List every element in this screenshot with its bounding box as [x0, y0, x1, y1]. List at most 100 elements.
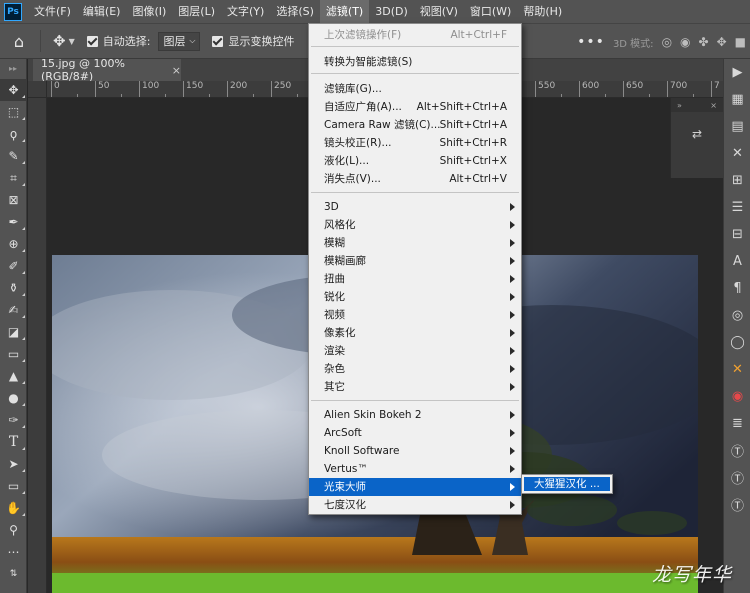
menu-layer[interactable]: 图层(L)	[172, 0, 221, 23]
marquee-tool-icon[interactable]: ⬚	[0, 101, 27, 123]
color-panel-icon[interactable]: ▦	[724, 86, 750, 113]
filter-menu-item[interactable]: 自适应广角(A)... Alt+Shift+Ctrl+A	[309, 98, 521, 116]
vertical-ruler[interactable]	[28, 98, 47, 593]
menu-help[interactable]: 帮助(H)	[517, 0, 568, 23]
video-camera-icon[interactable]: ■	[735, 35, 746, 49]
filter-menu-item[interactable]: 扭曲	[309, 270, 521, 288]
tk-plugin-icon-3[interactable]: Ⓣ	[724, 491, 750, 518]
paragraph-panel-icon[interactable]: ¶	[724, 275, 750, 302]
more-tools-icon[interactable]: ⋯	[0, 541, 27, 563]
move-tool-icon[interactable]: ✥	[53, 32, 66, 50]
submenu-arrow-icon	[510, 347, 515, 355]
eraser-tool-icon[interactable]: ◪	[0, 321, 27, 343]
color-wheel-icon[interactable]: ◉	[724, 383, 750, 410]
libraries-panel-icon[interactable]: ⊟	[724, 221, 750, 248]
document-tab[interactable]: 15.jpg @ 100%(RGB/8#) ×	[33, 57, 181, 83]
submenu-arrow-icon	[510, 311, 515, 319]
filter-menu-item[interactable]: Camera Raw 滤镜(C)... Shift+Ctrl+A	[309, 116, 521, 134]
roll-3d-icon[interactable]: ◉	[680, 35, 690, 49]
gradient-tool-icon[interactable]: ▭	[0, 343, 27, 365]
tk-plugin-icon-2[interactable]: Ⓣ	[724, 464, 750, 491]
filter-menu-item[interactable]: 视频	[309, 306, 521, 324]
tk-plugin-icon[interactable]: Ⓣ	[724, 437, 750, 464]
filter-menu-item[interactable]: 杂色	[309, 360, 521, 378]
adjustments-panel-icon[interactable]: ☰	[724, 194, 750, 221]
filter-menu-item[interactable]: 七度汉化	[309, 496, 521, 514]
ruler-corner[interactable]	[28, 81, 47, 98]
filter-menu-item[interactable]: 3D	[309, 198, 521, 216]
slide-3d-icon[interactable]: ✥	[717, 35, 727, 49]
close-icon[interactable]: ×	[710, 101, 717, 110]
filter-menu-item[interactable]: 滤镜库(G)...	[309, 80, 521, 98]
lasso-tool-icon[interactable]: ϙ	[0, 123, 27, 145]
orbit-3d-icon[interactable]: ◎	[662, 35, 672, 49]
navigator-panel-icon[interactable]: ◎	[724, 302, 750, 329]
filter-menu-item[interactable]: 转换为智能滤镜(S)	[309, 53, 521, 71]
submenu-item-gorilla-localization[interactable]: 大猩猩汉化 ...	[524, 477, 610, 491]
eyedropper-tool-icon[interactable]: ✒	[0, 211, 27, 233]
close-icon[interactable]: ×	[172, 64, 181, 77]
filter-menu-item[interactable]: 镜头校正(R)... Shift+Ctrl+R	[309, 134, 521, 152]
filter-menu-item[interactable]: 风格化	[309, 216, 521, 234]
menu-filter[interactable]: 滤镜(T)	[319, 0, 370, 23]
quick-select-tool-icon[interactable]: ✎	[0, 145, 27, 167]
zoom-tool-icon[interactable]: ⚲	[0, 519, 27, 541]
dodge-tool-icon[interactable]: ●	[0, 387, 27, 409]
plugin-panel-icon[interactable]: ≣	[724, 410, 750, 437]
filter-menu-item[interactable]: 其它	[309, 378, 521, 396]
home-icon[interactable]: ⌂	[6, 28, 32, 54]
properties-panel-icon[interactable]: ⊞	[724, 167, 750, 194]
expand-panels-icon[interactable]: ▶	[724, 59, 750, 86]
drag-3d-icon[interactable]: ✤	[699, 35, 709, 49]
filter-menu-item[interactable]: 像素化	[309, 324, 521, 342]
show-transform-checkbox[interactable]	[212, 35, 224, 47]
character-panel-icon[interactable]: A	[724, 248, 750, 275]
layer-select-dropdown[interactable]: 图层 ⌵	[158, 31, 201, 51]
healing-brush-tool-icon[interactable]: ⊕	[0, 233, 27, 255]
menu-type[interactable]: 文字(Y)	[221, 0, 270, 23]
filter-menu-item[interactable]: 模糊	[309, 234, 521, 252]
tools-panel-icon[interactable]: ✕	[724, 140, 750, 167]
plugin-x-icon[interactable]: ✕	[724, 356, 750, 383]
pen-tool-icon[interactable]: ✑	[0, 409, 27, 431]
auto-select-checkbox[interactable]	[86, 35, 98, 47]
menu-item-shortcut: Alt+Shift+Ctrl+A	[416, 101, 507, 113]
menu-edit[interactable]: 编辑(E)	[77, 0, 127, 23]
filter-menu-item[interactable]: 光束大师	[309, 478, 521, 496]
filter-menu-item[interactable]: 消失点(V)... Alt+Ctrl+V	[309, 170, 521, 188]
chevron-down-icon[interactable]: ▼	[69, 37, 75, 46]
menu-3d[interactable]: 3D(D)	[369, 0, 414, 23]
hand-tool-icon[interactable]: ✋	[0, 497, 27, 519]
menu-image[interactable]: 图像(I)	[126, 0, 172, 23]
filter-menu-item[interactable]: Vertus™	[309, 460, 521, 478]
ruler-tick: 0	[51, 81, 95, 97]
filter-menu-item[interactable]: Alien Skin Bokeh 2	[309, 406, 521, 424]
history-brush-tool-icon[interactable]: ✍	[0, 299, 27, 321]
menu-view[interactable]: 视图(V)	[414, 0, 464, 23]
info-panel-icon[interactable]: ◯	[724, 329, 750, 356]
history-icon[interactable]: ⇄	[685, 122, 709, 146]
brush-tool-icon[interactable]: ✐	[0, 255, 27, 277]
filter-menu-item[interactable]: 渲染	[309, 342, 521, 360]
filter-menu-item[interactable]: 液化(L)... Shift+Ctrl+X	[309, 152, 521, 170]
menu-window[interactable]: 窗口(W)	[464, 0, 517, 23]
type-tool-icon[interactable]: T	[0, 431, 27, 453]
menu-select[interactable]: 选择(S)	[270, 0, 320, 23]
filter-menu-item[interactable]: ArcSoft	[309, 424, 521, 442]
more-options-button[interactable]: •••	[577, 34, 605, 50]
filter-menu-item[interactable]: 锐化	[309, 288, 521, 306]
rectangle-tool-icon[interactable]: ▭	[0, 475, 27, 497]
frame-tool-icon[interactable]: ⊠	[0, 189, 27, 211]
menu-file[interactable]: 文件(F)	[28, 0, 77, 23]
blur-tool-icon[interactable]: ▲	[0, 365, 27, 387]
clone-stamp-tool-icon[interactable]: ⚱	[0, 277, 27, 299]
filter-menu-item[interactable]: Knoll Software	[309, 442, 521, 460]
move-tool-icon[interactable]: ✥	[0, 79, 27, 101]
collapse-panel-icon[interactable]: »	[677, 101, 682, 110]
path-select-tool-icon[interactable]: ➤	[0, 453, 27, 475]
swap-colors-icon[interactable]: ⇅	[0, 563, 27, 585]
filter-menu-item[interactable]: 模糊画廊	[309, 252, 521, 270]
toolbar-grip-icon[interactable]: ▸▸	[0, 59, 26, 79]
swatches-panel-icon[interactable]: ▤	[724, 113, 750, 140]
crop-tool-icon[interactable]: ⌗	[0, 167, 27, 189]
